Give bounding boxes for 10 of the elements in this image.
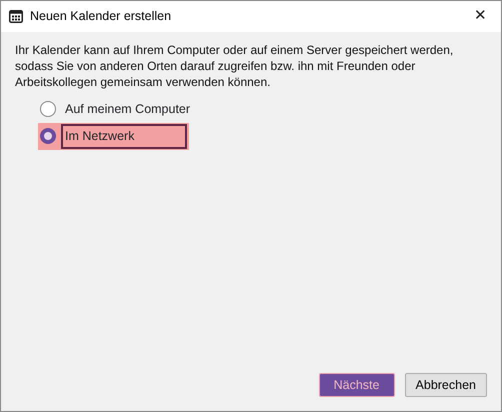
close-button[interactable]: ✕: [468, 5, 493, 28]
calendar-icon: [9, 10, 23, 23]
radio-button[interactable]: [40, 101, 56, 118]
radio-label[interactable]: Auf meinem Computer: [61, 97, 194, 122]
radio-label[interactable]: Im Netzwerk: [61, 124, 187, 148]
next-button[interactable]: Nächste: [318, 373, 395, 397]
window-title: Neuen Kalender erstellen: [30, 8, 172, 26]
cancel-button[interactable]: Abbrechen: [404, 373, 487, 397]
radio-button[interactable]: [40, 128, 56, 144]
description-text: Ihr Kalender kann auf Ihrem Computer oder auf einem Server gespeichert werden, sodass Sie von anderen Orten darauf zugreifen bzw. ihn mit Freunden oder Arbeitskollegen gemeinsam verwenden können.: [15, 42, 454, 90]
